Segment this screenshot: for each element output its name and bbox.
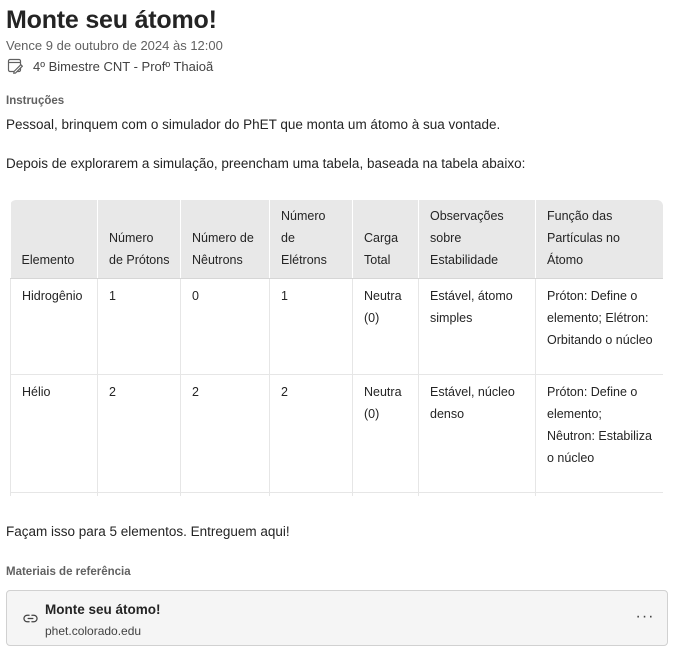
edit-calendar-icon: [6, 57, 24, 75]
table-cell: Hélio: [10, 374, 98, 493]
instructions-paragraph: Pessoal, brinquem com o simulador do PhE…: [6, 117, 501, 132]
assignment-title: Monte seu átomo!: [6, 6, 217, 34]
table-cell: Próton: Define o elemento; Nêutron: Esta…: [535, 374, 663, 493]
instructions-paragraph: Façam isso para 5 elementos. Entreguem a…: [6, 524, 290, 539]
table-header: Número de Nêutrons: [180, 200, 270, 279]
references-label: Materiais de referência: [6, 566, 131, 578]
reference-url: phet.colorado.edu: [45, 624, 142, 638]
table-cell: [269, 492, 353, 496]
table-cell: Estável, átomo simples: [418, 278, 536, 375]
table-header: Observações sobre Estabilidade: [418, 200, 536, 279]
more-options-button[interactable]: ···: [635, 607, 655, 627]
table-cell: Próton: Define o elemento; Elétron: Orbi…: [535, 278, 663, 375]
table-cell: [10, 492, 98, 496]
table-row: [10, 492, 663, 496]
table-cell: 0: [180, 278, 270, 375]
table-cell: Estável, núcleo denso: [418, 374, 536, 493]
table-cell: [352, 492, 419, 496]
table-row: Hélio 2 2 2 Neutra (0) Estável, núcleo d…: [10, 374, 663, 493]
table-header: Número de Prótons: [97, 200, 181, 279]
table-header: Função das Partículas no Átomo: [535, 200, 663, 279]
table-row: Hidrogênio 1 0 1 Neutra (0) Estável, áto…: [10, 278, 663, 375]
table-header: Carga Total: [352, 200, 419, 279]
table-cell: [418, 492, 536, 496]
table-cell: 1: [269, 278, 353, 375]
table-cell: Neutra (0): [352, 278, 419, 375]
atom-table: Elemento Número de Prótons Número de Nêu…: [10, 200, 663, 496]
table-cell: Hidrogênio: [10, 278, 98, 375]
reference-title: Monte seu átomo!: [45, 602, 161, 617]
table-header: Número de Elétrons: [269, 200, 353, 279]
link-icon: [22, 610, 38, 626]
table-cell: [180, 492, 270, 496]
table-cell: 2: [269, 374, 353, 493]
table-cell: 1: [97, 278, 181, 375]
table-cell: [97, 492, 181, 496]
reference-link-card[interactable]: Monte seu átomo! phet.colorado.edu ···: [6, 590, 668, 646]
class-info: 4º Bimestre CNT - Profº Thaioã: [6, 56, 213, 76]
due-date: Vence 9 de outubro de 2024 às 12:00: [6, 38, 223, 53]
table-cell: [535, 492, 663, 496]
instructions-label: Instruções: [6, 95, 65, 107]
class-name: 4º Bimestre CNT - Profº Thaioã: [33, 58, 214, 74]
table-cell: Neutra (0): [352, 374, 419, 493]
atom-table-container[interactable]: Elemento Número de Prótons Número de Nêu…: [10, 200, 663, 496]
table-header-row: Elemento Número de Prótons Número de Nêu…: [10, 200, 663, 279]
table-cell: 2: [97, 374, 181, 493]
table-header: Elemento: [10, 200, 98, 279]
table-cell: 2: [180, 374, 270, 493]
instructions-paragraph: Depois de explorarem a simulação, preenc…: [6, 156, 526, 171]
